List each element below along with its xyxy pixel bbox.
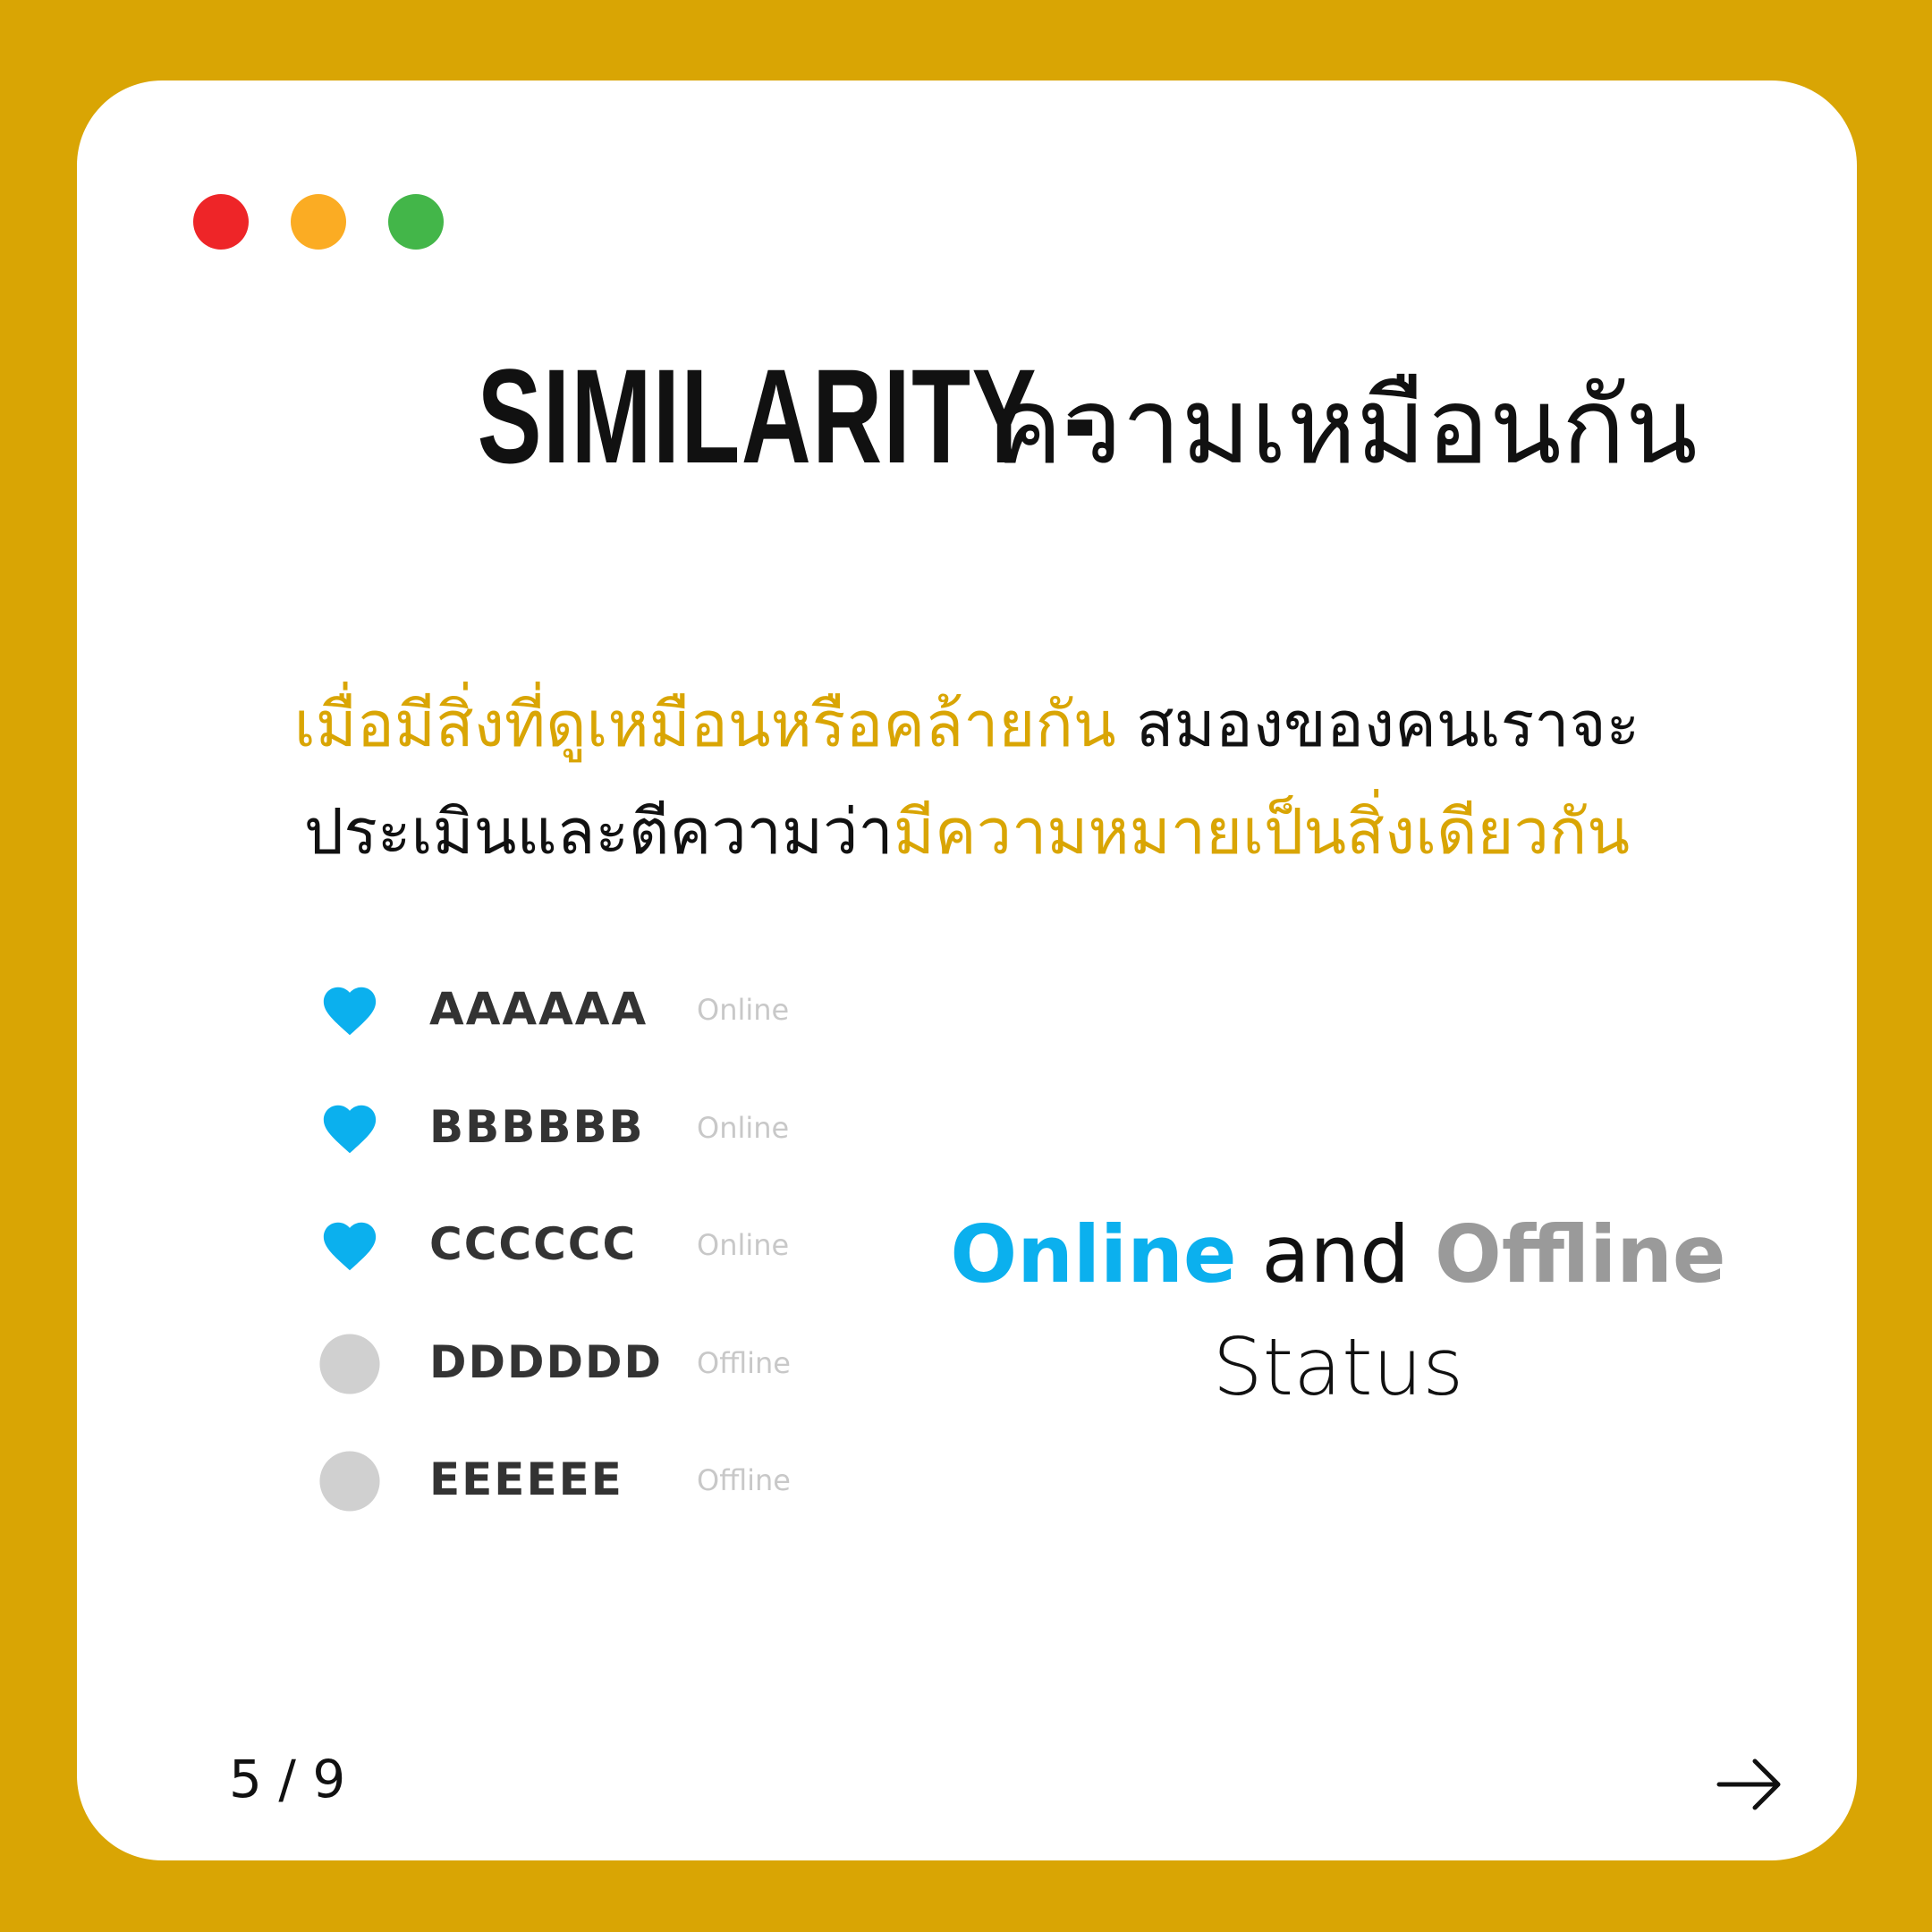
subtitle-text-1: สมองของคนเราจะ — [1115, 688, 1640, 761]
heart-icon — [323, 1105, 377, 1153]
legend-line-1: Online and Offline — [891, 1199, 1785, 1311]
user-name: CCCCCC — [429, 1218, 638, 1270]
legend-online: Online — [950, 1208, 1237, 1301]
heart-icon — [323, 987, 377, 1036]
user-status: Online — [697, 1110, 790, 1145]
user-status: Online — [697, 993, 790, 1027]
title-thai: ความเหมือนกัน — [992, 364, 1698, 487]
subtitle-highlight-2: มีความหมายเป็นสิ่งเดียวกัน — [893, 795, 1631, 869]
subtitle-highlight-1: เมื่อมีสิ่งที่ดูเหมือนหรือคล้ายกัน — [293, 688, 1116, 761]
title-english: SIMILARITY - — [477, 341, 1098, 491]
subtitle: เมื่อมีสิ่งที่ดูเหมือนหรือคล้ายกัน สมองข… — [77, 671, 1857, 886]
legend-and: and — [1236, 1208, 1436, 1301]
subtitle-line-1: เมื่อมีสิ่งที่ดูเหมือนหรือคล้ายกัน สมองข… — [77, 671, 1857, 778]
user-name: EEEEEE — [429, 1453, 623, 1505]
page-indicator: 5 / 9 — [229, 1749, 346, 1809]
window-controls — [193, 194, 444, 250]
legend-status: Status — [1212, 1321, 1464, 1413]
user-name: AAAAAA — [429, 983, 648, 1035]
user-status: Offline — [697, 1345, 791, 1380]
heart-icon — [323, 1222, 377, 1271]
user-name: BBBBBB — [429, 1100, 645, 1153]
user-status: Online — [697, 1228, 790, 1262]
minimize-dot[interactable] — [291, 194, 346, 250]
page-title: SIMILARITY - ความเหมือนกัน — [77, 349, 1857, 483]
close-dot[interactable] — [193, 194, 249, 250]
circle-icon — [319, 1451, 380, 1512]
subtitle-text-2: ประเมินและตีความว่า — [303, 795, 894, 869]
circle-icon — [319, 1333, 380, 1394]
maximize-dot[interactable] — [388, 194, 444, 250]
user-status: Offline — [697, 1463, 791, 1497]
subtitle-line-2: ประเมินและตีความว่ามีความหมายเป็นสิ่งเดี… — [77, 778, 1857, 886]
slide-card: SIMILARITY - ความเหมือนกัน เมื่อมีสิ่งที… — [77, 80, 1857, 1860]
status-legend: Online and Offline Status — [891, 1199, 1785, 1424]
legend-offline: Offline — [1435, 1208, 1726, 1301]
arrow-right-icon[interactable] — [1714, 1753, 1785, 1816]
user-name: DDDDDD — [429, 1335, 664, 1388]
